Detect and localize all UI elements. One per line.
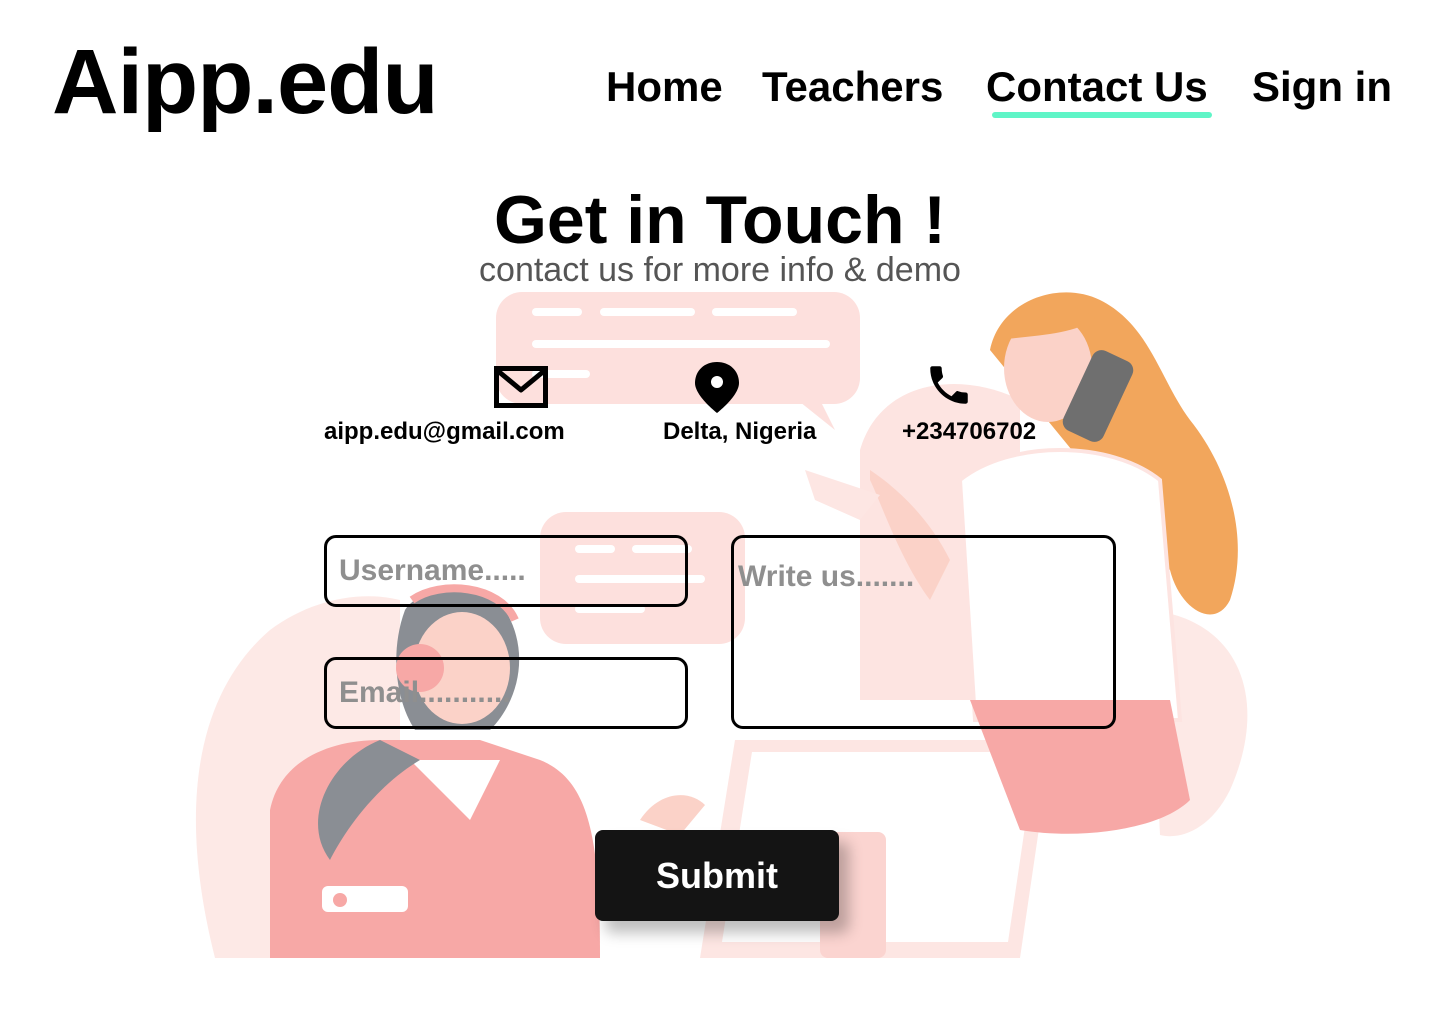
contact-page: Aipp.edu Home Teachers Contact Us Sign i…	[0, 0, 1440, 1024]
contact-email[interactable]: aipp.edu@gmail.com	[324, 420, 565, 444]
submit-button[interactable]: Submit	[595, 830, 839, 921]
main-nav: Home Teachers Contact Us Sign in	[0, 66, 1440, 118]
location-pin-icon	[695, 362, 739, 413]
nav-contact-us[interactable]: Contact Us	[986, 66, 1208, 108]
phone-icon	[930, 366, 968, 404]
contact-phone[interactable]: +234706702	[902, 420, 1036, 444]
page-subtitle: contact us for more info & demo	[479, 251, 961, 289]
active-nav-indicator	[992, 112, 1212, 118]
nav-sign-in[interactable]: Sign in	[1252, 66, 1392, 108]
username-input[interactable]	[324, 535, 688, 607]
email-input[interactable]	[324, 657, 688, 729]
nav-teachers[interactable]: Teachers	[762, 66, 943, 108]
contact-location: Delta, Nigeria	[663, 418, 817, 445]
page-title: Get in Touch !	[493, 182, 947, 258]
message-textarea[interactable]	[731, 535, 1116, 729]
mail-icon	[494, 366, 548, 408]
nav-home[interactable]: Home	[606, 66, 723, 108]
